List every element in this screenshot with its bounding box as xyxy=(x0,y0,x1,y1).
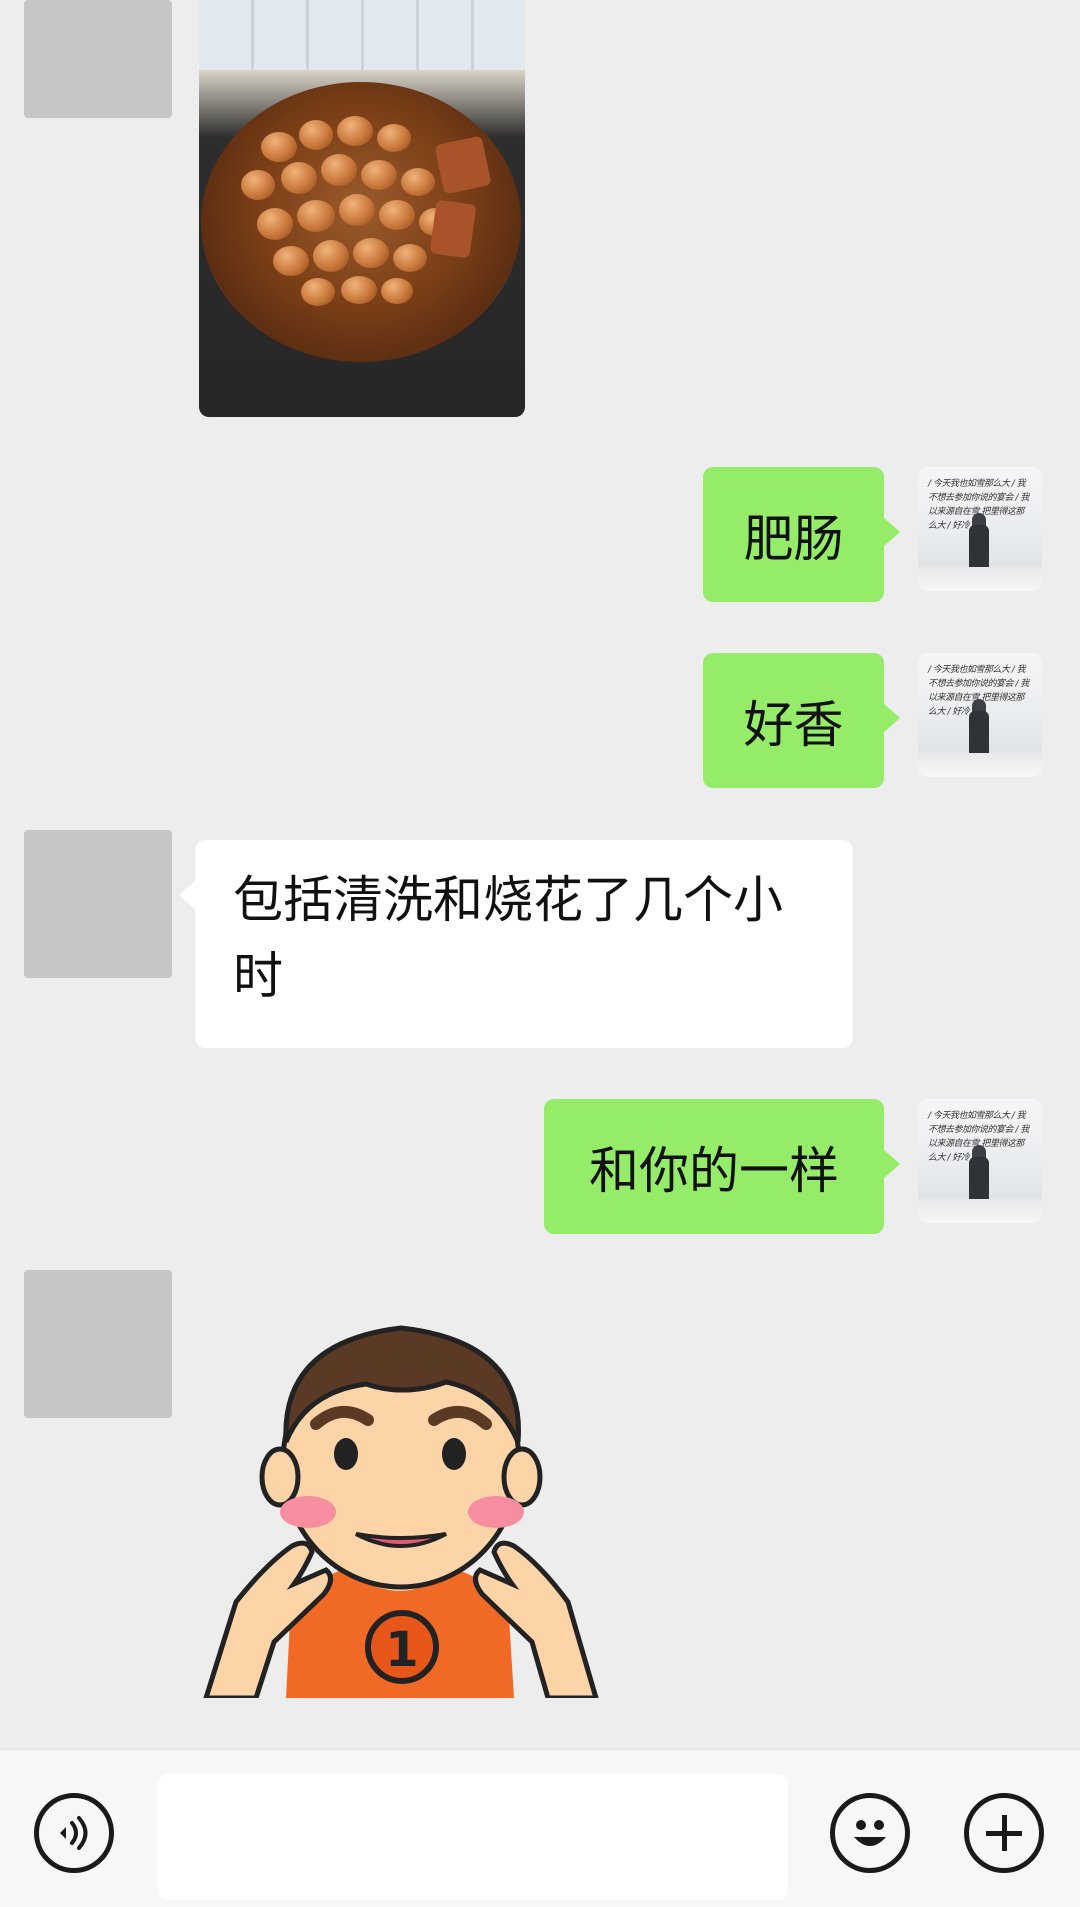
voice-icon[interactable] xyxy=(34,1793,114,1873)
self-avatar[interactable]: / 今天我也如雪那么大 / 我不想去参加你说的宴会 / 我以来源自在雪 把里得这… xyxy=(918,467,1042,591)
self-message-bubble[interactable]: 肥肠 xyxy=(703,467,900,602)
contact-message-bubble[interactable]: 包括清洗和烧花了几个小 时 xyxy=(179,840,853,1048)
message-input[interactable] xyxy=(158,1774,788,1900)
svg-text:1: 1 xyxy=(385,1622,418,1678)
self-avatar[interactable]: / 今天我也如雪那么大 / 我不想去参加你说的宴会 / 我以来源自在雪 把里得这… xyxy=(918,1099,1042,1223)
self-message-bubble[interactable]: 好香 xyxy=(703,653,900,788)
self-message-bubble[interactable]: 和你的一样 xyxy=(544,1099,900,1234)
contact-avatar[interactable] xyxy=(24,1270,172,1418)
message-text-line: 包括清洗和烧花了几个小 xyxy=(233,871,783,929)
message-text: 好香 xyxy=(743,695,844,754)
message-text-line: 时 xyxy=(233,947,283,1005)
contact-avatar[interactable] xyxy=(24,0,172,118)
plus-icon[interactable] xyxy=(964,1793,1044,1873)
message-text: 肥肠 xyxy=(743,509,844,568)
food-photo-message[interactable] xyxy=(199,0,525,417)
input-bar xyxy=(0,1749,1080,1907)
contact-avatar[interactable] xyxy=(24,830,172,978)
self-avatar[interactable]: / 今天我也如雪那么大 / 我不想去参加你说的宴会 / 我以来源自在雪 把里得这… xyxy=(918,653,1042,777)
emoji-icon[interactable] xyxy=(830,1793,910,1873)
message-text: 和你的一样 xyxy=(589,1141,839,1200)
sticker-message[interactable]: 1 xyxy=(196,1302,614,1698)
